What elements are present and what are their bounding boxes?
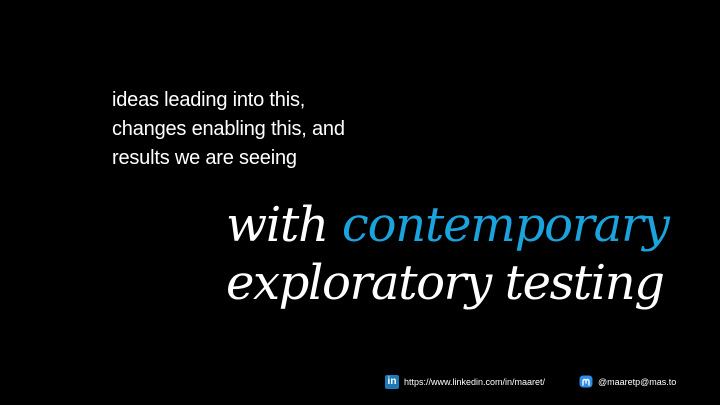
mastodon-icon[interactable]: [579, 375, 593, 389]
slide: ideas leading into this, changes enablin…: [0, 0, 720, 405]
intro-line-2: changes enabling this, and: [112, 118, 345, 140]
intro-line-1: ideas leading into this,: [112, 89, 306, 111]
headline-contemporary: contemporary: [341, 197, 670, 253]
mastodon-handle[interactable]: @maaretp@mas.to: [598, 377, 676, 387]
intro-line-3: results we are seeing: [112, 147, 297, 169]
headline-with: with: [226, 197, 329, 253]
headline-line-2: exploratory testing: [226, 255, 665, 311]
linkedin-url[interactable]: https://www.linkedin.com/in/maaret/: [404, 377, 545, 387]
footer: in https://www.linkedin.com/in/maaret/ @…: [0, 374, 720, 392]
linkedin-icon[interactable]: in: [385, 375, 399, 389]
intro-text: ideas leading into this, changes enablin…: [112, 86, 345, 173]
headline-line-1: with contemporary: [226, 196, 670, 254]
